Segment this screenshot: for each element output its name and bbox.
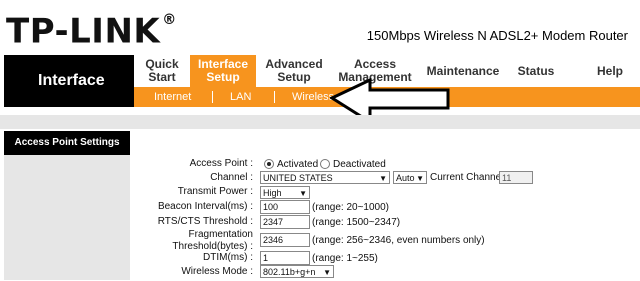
fragmentation-label-line1: Fragmentation <box>188 229 253 240</box>
subnav-wireless[interactable]: Wireless <box>292 87 334 107</box>
row-dtim: DTIM(ms) : 1 (range: 1~255) <box>130 250 530 266</box>
logo-registered-mark: ® <box>162 12 177 28</box>
channel-country-select[interactable]: UNITED STATES <box>260 171 390 185</box>
subnav-divider <box>212 91 213 103</box>
row-wireless-mode: Wireless Mode : 802.11b+g+n <box>130 265 530 281</box>
transmit-power-label: Transmit Power : <box>177 186 253 197</box>
nav-interface-setup[interactable]: Interface Setup <box>190 55 256 87</box>
row-fragmentation-threshold: Fragmentation Threshold(bytes) : 2346 (ra… <box>130 229 630 252</box>
side-panel-title: Access Point Settings <box>4 131 130 155</box>
transmit-power-select[interactable]: High <box>260 186 310 200</box>
row-rts-threshold: RTS/CTS Threshold : 2347 (range: 1500~23… <box>130 214 530 230</box>
nav-status[interactable]: Status <box>506 55 566 87</box>
channel-mode-select[interactable]: Auto <box>393 171 427 185</box>
nav-section-title: Interface <box>4 55 134 107</box>
dtim-label: DTIM(ms) : <box>203 252 253 263</box>
radio-deactivated[interactable] <box>320 159 330 169</box>
separator-band <box>0 115 640 129</box>
current-channel-value: 11 <box>499 171 533 184</box>
fragmentation-threshold-input[interactable]: 2346 <box>260 233 310 247</box>
subnav-divider <box>274 91 275 103</box>
subnav-lan[interactable]: LAN <box>230 87 251 107</box>
rts-threshold-range: (range: 1500~2347) <box>312 217 401 228</box>
row-beacon-interval: Beacon Interval(ms) : 100 (range: 20~100… <box>130 199 530 215</box>
radio-activated-label: Activated <box>277 159 319 170</box>
beacon-interval-input[interactable]: 100 <box>260 200 310 214</box>
dtim-input[interactable]: 1 <box>260 251 310 265</box>
rts-threshold-input[interactable]: 2347 <box>260 215 310 229</box>
dtim-range: (range: 1~255) <box>312 253 378 264</box>
radio-activated[interactable] <box>264 159 274 169</box>
nav-advanced-setup[interactable]: Advanced Setup <box>256 55 332 87</box>
model-name: 150Mbps Wireless N ADSL2+ Modem Router <box>366 28 628 43</box>
channel-label: Channel : <box>210 172 253 183</box>
fragmentation-threshold-range: (range: 256~2346, even numbers only) <box>312 235 485 246</box>
nav-help[interactable]: Help <box>582 55 638 87</box>
wireless-mode-select[interactable]: 802.11b+g+n <box>260 265 334 279</box>
tp-link-logo: TP-LINK ® <box>6 6 177 51</box>
current-channel-label: Current Channel: <box>430 172 507 183</box>
radio-deactivated-label: Deactivated <box>333 159 386 170</box>
rts-threshold-label: RTS/CTS Threshold : <box>157 216 253 227</box>
nav-quick-start[interactable]: Quick Start <box>134 55 190 87</box>
beacon-interval-label: Beacon Interval(ms) : <box>157 201 253 212</box>
subnav-internet[interactable]: Internet <box>154 87 191 107</box>
wireless-mode-label: Wireless Mode : <box>181 266 253 277</box>
beacon-interval-range: (range: 20~1000) <box>312 202 390 213</box>
logo-text: TP-LINK <box>6 11 161 52</box>
access-point-label: Access Point : <box>189 158 253 169</box>
